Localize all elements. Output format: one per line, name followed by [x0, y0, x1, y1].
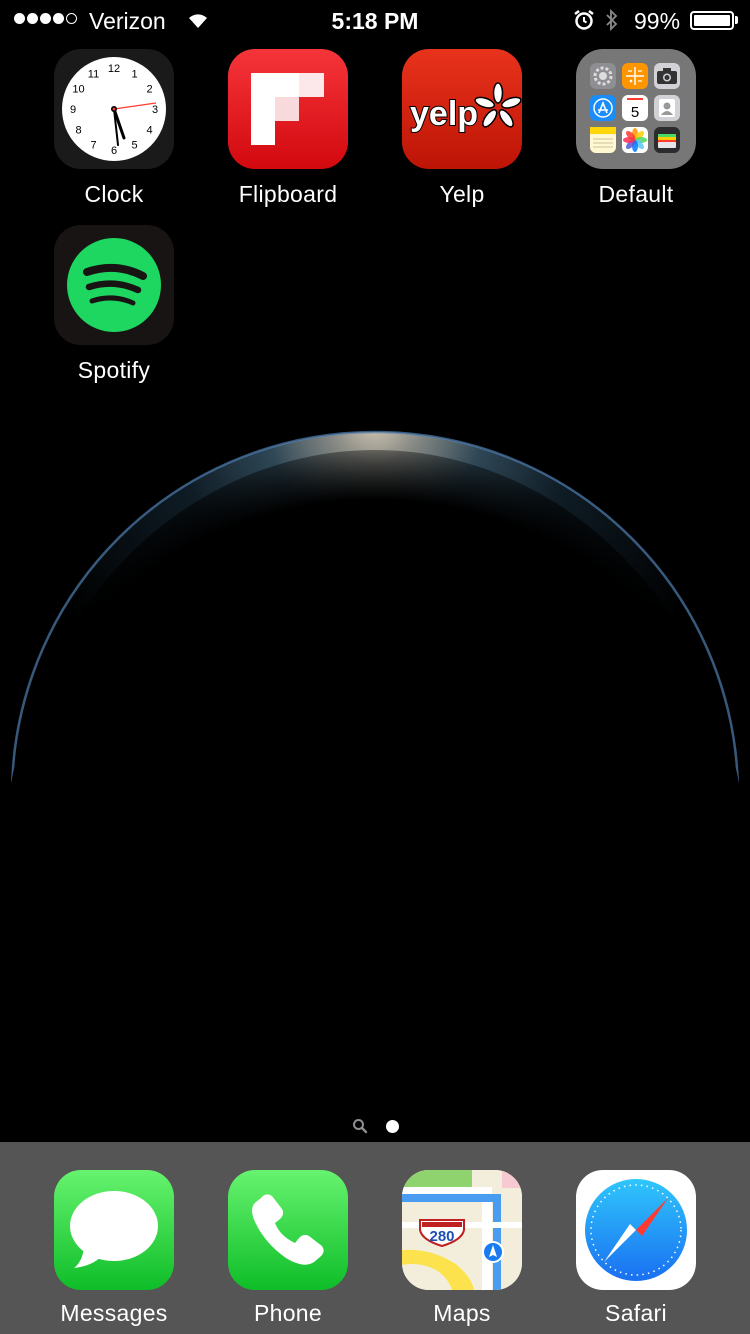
yelp-icon: yelp [402, 49, 522, 169]
app-label: Default [598, 181, 674, 207]
app-label: Maps [433, 1300, 491, 1326]
spotlight-search-icon[interactable] [352, 1118, 368, 1134]
calculator-icon [622, 63, 648, 89]
battery-percent: 99% [634, 8, 681, 34]
maps-icon: 280 [402, 1170, 522, 1290]
app-label: Flipboard [238, 181, 338, 207]
clock-numeral: 1 [131, 69, 137, 81]
clock-numeral: 12 [108, 63, 120, 75]
dock-app-messages[interactable]: Messages [34, 1170, 194, 1327]
camera-icon [654, 63, 680, 89]
dock-app-safari[interactable]: Safari [556, 1170, 716, 1327]
settings-icon [590, 63, 616, 89]
alarm-icon [574, 10, 594, 30]
clock-numeral: 11 [88, 69, 99, 81]
photos-icon [622, 127, 648, 153]
notes-icon [590, 127, 616, 153]
app-label: Yelp [439, 181, 485, 207]
clock-numeral: 2 [146, 84, 152, 96]
clock-numeral: 7 [90, 140, 96, 152]
clock-icon: 12 1 2 3 4 5 6 7 8 9 10 11 [54, 49, 174, 169]
app-label: Phone [253, 1300, 322, 1326]
flipboard-icon [228, 49, 348, 169]
page-dot-current[interactable] [385, 1119, 399, 1133]
clock-numeral: 9 [70, 104, 76, 116]
clock-numeral: 10 [72, 84, 84, 96]
yelp-wordmark: yelp [410, 95, 478, 133]
page-indicator[interactable] [0, 1118, 750, 1134]
phone-icon [228, 1170, 348, 1290]
messages-icon [54, 1170, 174, 1290]
clock-numeral: 5 [131, 140, 137, 152]
app-label: Messages [60, 1300, 168, 1326]
app-label: Safari [605, 1300, 667, 1326]
app-label: Clock [84, 181, 144, 207]
dock-app-phone[interactable]: Phone [208, 1170, 368, 1327]
calendar-icon: 5 [622, 95, 648, 121]
bluetooth-icon [606, 8, 618, 32]
maps-shield: 280 [429, 1228, 454, 1245]
battery-icon [690, 11, 734, 30]
app-yelp[interactable]: yelp Yelp [382, 49, 542, 208]
clock-numeral: 6 [111, 145, 117, 157]
folder-default[interactable]: 5 Default [556, 49, 716, 208]
app-clock[interactable]: 12 1 2 3 4 5 6 7 8 9 10 11 Clock [34, 49, 194, 208]
status-bar: Verizon 5:18 PM 99% [0, 0, 750, 40]
clock-numeral: 3 [152, 104, 158, 116]
app-label: Spotify [77, 357, 151, 383]
dock-app-maps[interactable]: 280 Maps [382, 1170, 542, 1327]
clock-numeral: 4 [146, 125, 152, 137]
spotify-icon [54, 225, 174, 345]
clock-numeral: 8 [75, 125, 81, 137]
dock: Messages Phone 280 Maps Safari [0, 1142, 750, 1334]
wallet-icon [654, 127, 680, 153]
app-store-icon [590, 95, 616, 121]
calendar-day: 5 [631, 104, 639, 121]
contacts-icon [654, 95, 680, 121]
app-spotify[interactable]: Spotify [34, 225, 194, 384]
app-flipboard[interactable]: Flipboard [208, 49, 368, 208]
folder-icon: 5 [576, 49, 696, 169]
safari-icon [576, 1170, 696, 1290]
